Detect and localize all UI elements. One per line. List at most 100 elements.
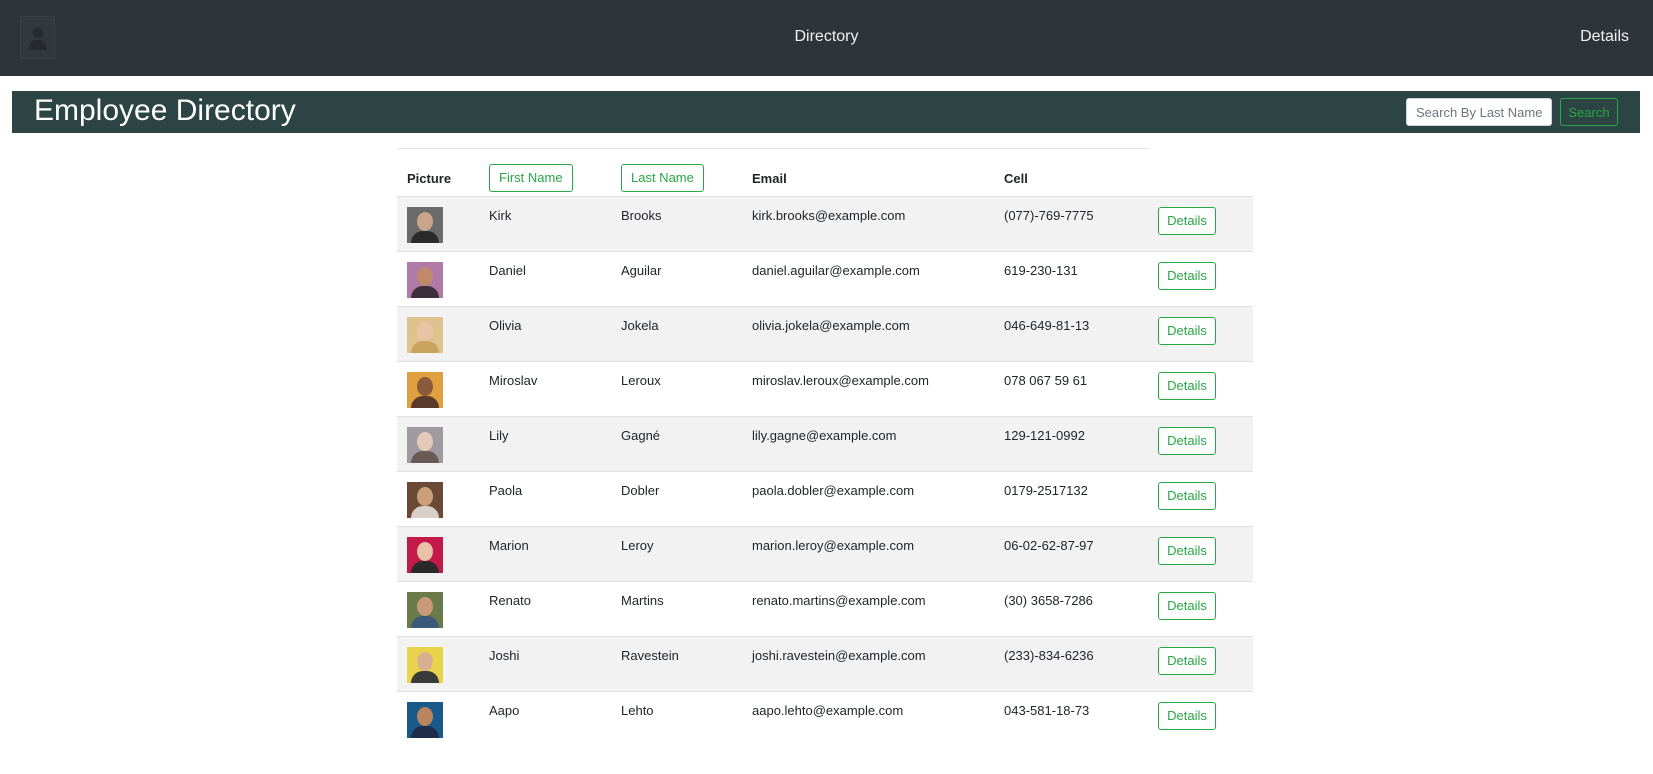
picture-cell — [397, 581, 479, 637]
page-header: Employee Directory Search — [12, 91, 1640, 133]
actions-cell: Details — [1148, 526, 1253, 582]
avatar — [407, 481, 443, 518]
first-name-cell: Daniel — [479, 251, 611, 307]
actions-cell: Details — [1148, 581, 1253, 637]
details-button[interactable]: Details — [1158, 646, 1216, 675]
picture-cell — [397, 251, 479, 307]
last-name-cell: Leroux — [611, 361, 742, 417]
picture-cell — [397, 196, 479, 252]
email-cell: miroslav.leroux@example.com — [742, 361, 994, 417]
details-button[interactable]: Details — [1158, 206, 1216, 235]
cell-phone-cell: (233)-834-6236 — [994, 636, 1148, 692]
avatar — [407, 646, 443, 683]
email-cell: renato.martins@example.com — [742, 581, 994, 637]
avatar — [407, 536, 443, 573]
avatar — [407, 701, 443, 738]
email-cell: marion.leroy@example.com — [742, 526, 994, 582]
details-button[interactable]: Details — [1158, 591, 1216, 620]
actions-cell: Details — [1148, 471, 1253, 527]
first-name-cell: Renato — [479, 581, 611, 637]
email-cell: joshi.ravestein@example.com — [742, 636, 994, 692]
actions-cell: Details — [1148, 361, 1253, 417]
picture-cell — [397, 636, 479, 692]
table-row: Paola Dobler paola.dobler@example.com 01… — [397, 471, 1253, 527]
cell-phone-cell: 043-581-18-73 — [1004, 702, 1090, 718]
table-body: Kirk Brooks kirk.brooks@example.com (077… — [397, 196, 1253, 746]
avatar — [407, 426, 443, 463]
first-name-cell: Miroslav — [479, 361, 611, 417]
details-button[interactable]: Details — [1158, 426, 1216, 455]
column-header-cell: Cell — [994, 149, 1148, 197]
details-button[interactable]: Details — [1158, 701, 1216, 730]
actions-cell: Details — [1148, 251, 1253, 307]
first-name-cell: Kirk — [479, 196, 611, 252]
first-name-cell: Paola — [479, 471, 611, 527]
email-cell: kirk.brooks@example.com — [742, 196, 994, 252]
table-row: Miroslav Leroux miroslav.leroux@example.… — [397, 361, 1253, 417]
column-header-actions — [1148, 149, 1253, 197]
first-name-cell: Joshi — [479, 636, 611, 692]
table-row: Joshi Ravestein joshi.ravestein@example.… — [397, 636, 1253, 692]
top-navbar: Directory Details — [0, 0, 1653, 76]
table-header-row: Picture First Name Last Name Email Cell — [397, 149, 1253, 197]
table-row: Daniel Aguilar daniel.aguilar@example.co… — [397, 251, 1253, 307]
last-name-cell: Jokela — [611, 306, 742, 362]
details-button[interactable]: Details — [1158, 316, 1216, 345]
cell-phone-cell: 078 067 59 61 — [994, 361, 1148, 417]
sort-last-name-button[interactable]: Last Name — [621, 163, 704, 192]
column-header-first-name: First Name — [479, 149, 611, 197]
table-row: Kirk Brooks kirk.brooks@example.com (077… — [397, 196, 1253, 252]
actions-cell: Details — [1148, 196, 1253, 252]
cell-phone-cell: 0179-2517132 — [994, 471, 1148, 527]
email-cell: olivia.jokela@example.com — [742, 306, 994, 362]
email-cell: paola.dobler@example.com — [742, 471, 994, 527]
picture-cell — [397, 361, 479, 417]
column-header-email: Email — [742, 149, 994, 197]
avatar — [407, 591, 443, 628]
nav-directory-link[interactable]: Directory — [0, 28, 1653, 46]
cell-phone-cell: (30) 3658-7286 — [994, 581, 1148, 637]
email-cell: lily.gagne@example.com — [742, 416, 994, 472]
table-row: Marion Leroy marion.leroy@example.com 06… — [397, 526, 1253, 582]
column-header-picture: Picture — [397, 149, 479, 197]
email-cell: daniel.aguilar@example.com — [742, 251, 994, 307]
first-name-cell: Marion — [479, 526, 611, 582]
column-header-last-name: Last Name — [611, 149, 742, 197]
actions-cell: Details — [1148, 691, 1253, 746]
last-name-cell: Lehto — [621, 702, 654, 718]
search-input[interactable] — [1406, 98, 1552, 126]
table-row: Aapo Lehto aapo.lehto@example.com 043-58… — [397, 691, 1253, 746]
first-name-cell: Lily — [479, 416, 611, 472]
avatar — [407, 261, 443, 298]
actions-cell: Details — [1148, 306, 1253, 362]
first-name-cell: Aapo — [489, 702, 520, 718]
cell-phone-cell: (077)-769-7775 — [994, 196, 1148, 252]
actions-cell: Details — [1148, 416, 1253, 472]
first-name-cell: Olivia — [479, 306, 611, 362]
last-name-cell: Gagné — [611, 416, 742, 472]
details-button[interactable]: Details — [1158, 371, 1216, 400]
picture-cell — [397, 691, 479, 746]
cell-phone-cell: 06-02-62-87-97 — [994, 526, 1148, 582]
cell-phone-cell: 619-230-131 — [994, 251, 1148, 307]
details-button[interactable]: Details — [1158, 536, 1216, 565]
avatar — [407, 371, 443, 408]
picture-cell — [397, 416, 479, 472]
last-name-cell: Martins — [611, 581, 742, 637]
picture-cell — [397, 471, 479, 527]
last-name-cell: Aguilar — [611, 251, 742, 307]
search-button[interactable]: Search — [1560, 98, 1618, 126]
details-button[interactable]: Details — [1158, 481, 1216, 510]
cell-phone-cell: 129-121-0992 — [994, 416, 1148, 472]
last-name-cell: Ravestein — [611, 636, 742, 692]
page-title: Employee Directory — [34, 94, 296, 127]
nav-details-link[interactable]: Details — [1580, 28, 1629, 46]
last-name-cell: Leroy — [611, 526, 742, 582]
actions-cell: Details — [1148, 636, 1253, 692]
details-button[interactable]: Details — [1158, 261, 1216, 290]
avatar — [407, 316, 443, 353]
last-name-cell: Dobler — [611, 471, 742, 527]
picture-cell — [397, 526, 479, 582]
sort-first-name-button[interactable]: First Name — [489, 163, 573, 192]
last-name-cell: Brooks — [611, 196, 742, 252]
